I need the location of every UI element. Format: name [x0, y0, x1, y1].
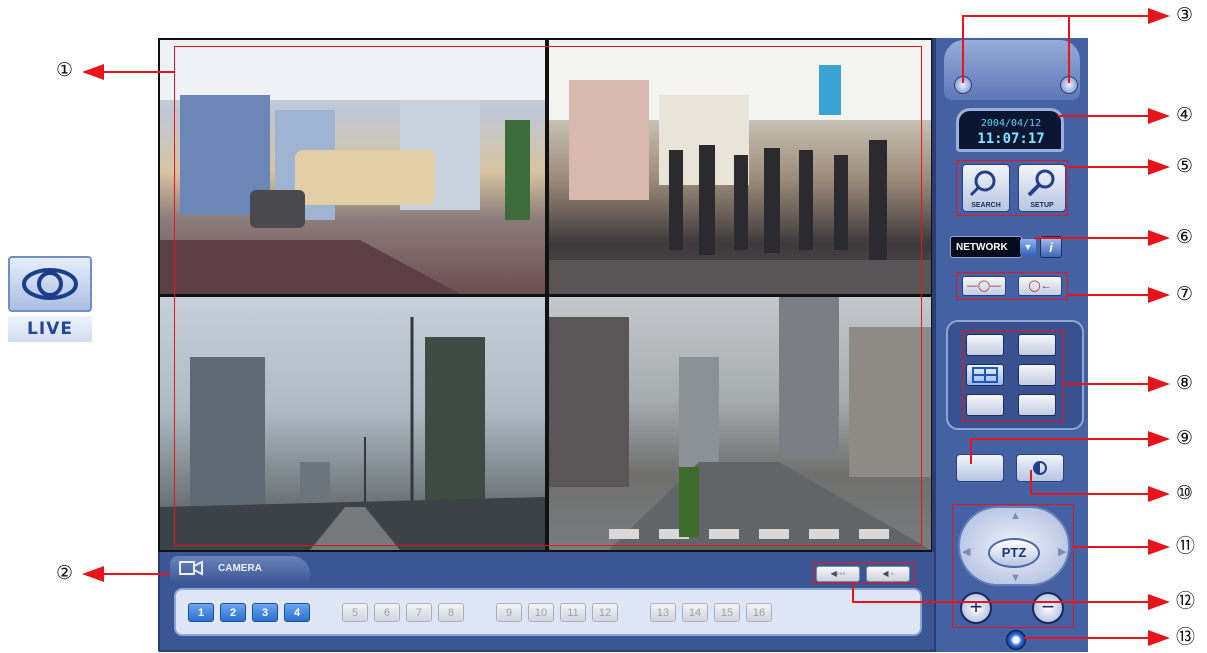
callout-13: ⑬	[1176, 626, 1196, 648]
annotation-box-ptz	[952, 504, 1074, 628]
sequence-button[interactable]	[956, 454, 1004, 482]
annotation-arrow-8	[1148, 376, 1170, 392]
callout-1: ①	[56, 59, 74, 81]
annotation-arrow-1	[82, 64, 104, 80]
camera-button-15[interactable]: 15	[714, 603, 740, 622]
annotation-line-6	[1034, 237, 1150, 239]
camera-icon	[178, 559, 204, 577]
annotation-line-5	[1068, 166, 1150, 168]
annotation-line-3	[962, 15, 1150, 17]
annotation-box-split	[962, 330, 1064, 422]
annotation-line-11	[1074, 546, 1150, 548]
camera-button-8[interactable]: 8	[438, 603, 464, 622]
camera-button-4[interactable]: 4	[284, 603, 310, 622]
callout-8: ⑧	[1176, 372, 1194, 394]
camera-button-16[interactable]: 16	[746, 603, 772, 622]
camera-button-7[interactable]: 7	[406, 603, 432, 622]
callout-12: ⑫	[1176, 590, 1196, 612]
live-button[interactable]	[8, 256, 92, 312]
callout-10: ⑩	[1176, 482, 1194, 504]
callout-6: ⑥	[1176, 226, 1194, 248]
annotation-box-connect	[956, 272, 1068, 300]
callout-5: ⑤	[1176, 155, 1194, 177]
camera-button-5[interactable]: 5	[342, 603, 368, 622]
callout-9: ⑨	[1176, 427, 1194, 449]
half-circle-icon	[1033, 461, 1047, 475]
annotation-arrow-13	[1148, 630, 1170, 646]
camera-button-11[interactable]: 11	[560, 603, 586, 622]
callout-3: ③	[1176, 4, 1194, 26]
freeze-button[interactable]	[1016, 454, 1064, 482]
camera-button-2[interactable]: 2	[220, 603, 246, 622]
annotation-arrow-5	[1148, 159, 1170, 175]
camera-button-1[interactable]: 1	[188, 603, 214, 622]
annotation-vline-12	[852, 584, 854, 602]
annotation-line-4	[1058, 115, 1150, 117]
annotation-line-7	[1068, 294, 1150, 296]
live-mode-badge[interactable]: LIVE	[8, 256, 94, 344]
annotation-arrow-10	[1148, 486, 1170, 502]
live-label: LIVE	[8, 316, 92, 342]
annotation-line-13	[1024, 637, 1150, 639]
annotation-vline-9	[970, 438, 972, 464]
annotation-line-10	[1030, 493, 1150, 495]
annotation-arrow-4	[1148, 108, 1170, 124]
camera-tab-label: CAMERA	[218, 563, 262, 574]
callout-2: ②	[56, 562, 74, 584]
annotation-line-1	[100, 71, 174, 73]
annotation-box-audio	[812, 562, 916, 584]
annotation-arrow-12	[1148, 594, 1170, 610]
camera-button-3[interactable]: 3	[252, 603, 278, 622]
eye-icon	[22, 268, 78, 300]
annotation-arrow-11	[1148, 539, 1170, 555]
callout-7: ⑦	[1176, 283, 1194, 305]
annotation-line-12	[852, 601, 1150, 603]
camera-button-9[interactable]: 9	[496, 603, 522, 622]
annotation-box-search-setup	[956, 160, 1068, 216]
annotation-line-9	[970, 438, 1150, 440]
camera-button-10[interactable]: 10	[528, 603, 554, 622]
annotation-vline-3a	[962, 15, 964, 83]
record-indicator[interactable]	[1006, 630, 1026, 650]
camera-button-13[interactable]: 13	[650, 603, 676, 622]
annotation-arrow-7	[1148, 287, 1170, 303]
info-button[interactable]: i	[1040, 236, 1062, 258]
camera-button-6[interactable]: 6	[374, 603, 400, 622]
clock-time: 11:07:17	[977, 131, 1045, 147]
annotation-vline-10	[1030, 470, 1032, 494]
callout-4: ④	[1176, 104, 1194, 126]
camera-button-12[interactable]: 12	[592, 603, 618, 622]
network-select[interactable]: NETWORK	[950, 236, 1022, 258]
annotation-arrow-9	[1148, 431, 1170, 447]
annotation-line-8	[1064, 383, 1150, 385]
annotation-box-video	[174, 46, 922, 546]
annotation-arrow-2	[82, 566, 104, 582]
callout-11: ⑪	[1176, 535, 1196, 557]
clock-date: 2004/04/12	[980, 118, 1042, 129]
camera-button-14[interactable]: 14	[682, 603, 708, 622]
chevron-down-icon[interactable]: ▼	[1020, 239, 1036, 255]
annotation-line-2	[100, 573, 170, 575]
annotation-arrow-3	[1148, 8, 1170, 24]
annotation-arrow-6	[1148, 230, 1170, 246]
annotation-vline-3b	[1068, 15, 1070, 83]
